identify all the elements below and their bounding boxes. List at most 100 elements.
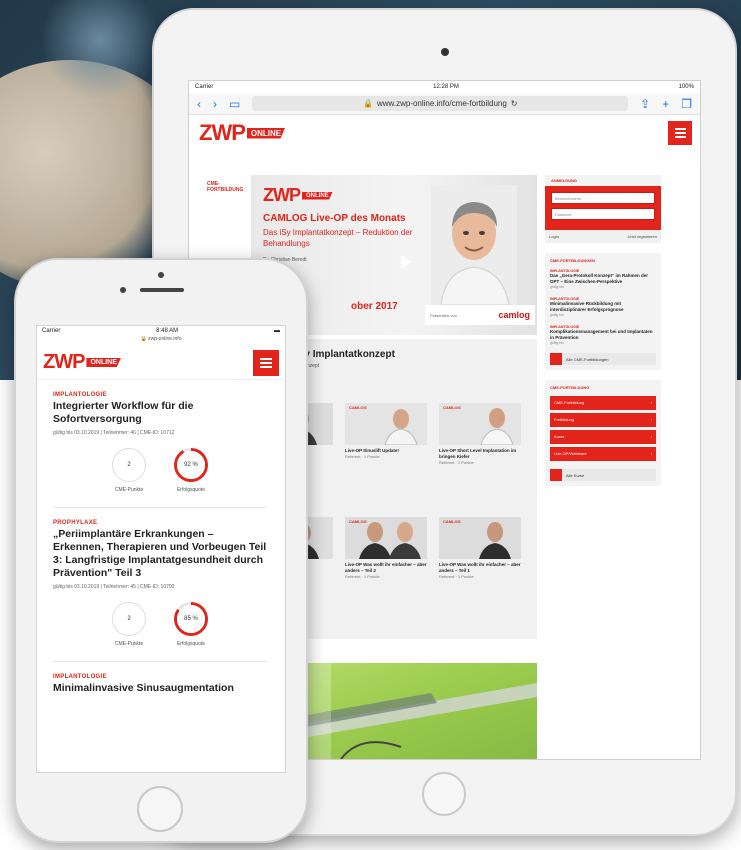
points-stat: 2 CME-Punkte — [112, 448, 146, 493]
tabs-icon[interactable]: ❐ — [681, 97, 692, 111]
all-categories-label: Alle Kurse — [566, 472, 585, 478]
speaker-portrait — [431, 185, 517, 305]
latest-course-item[interactable]: IMPLANTOLOGIE Minimalinvasive Rückbildun… — [550, 297, 656, 317]
article-stats: 2 CME-Punkte 92 % Erfolgsquote — [53, 448, 267, 493]
card-thumbnail: CAMLOG — [345, 403, 427, 445]
category-row[interactable]: CME-Fortbildung › — [550, 396, 656, 410]
all-courses-button[interactable]: Alle CME-Fortbildungen — [550, 353, 656, 365]
card-tag: CAMLOG — [443, 405, 461, 410]
article-tag: PROPHYLAXE — [53, 520, 98, 526]
success-stat: 92 % Erfolgsquote — [174, 448, 208, 493]
bookmarks-icon[interactable]: ▭ — [229, 97, 240, 111]
latest-course-item[interactable]: IMPLANTOLOGIE Komplikationsmanagement be… — [550, 325, 656, 345]
banner-logo: ZWP ONLINE — [263, 185, 333, 206]
login-actions: Login Jetzt registrieren — [545, 230, 661, 243]
live-op-card[interactable]: CAMLOG Live-OP Was wollt ihr einfacher –… — [439, 517, 521, 605]
tablet-status-bar: Carrier 12:28 PM 100% — [189, 81, 700, 93]
tablet-battery: 100% — [678, 84, 694, 90]
article-tag: IMPLANTOLOGIE — [53, 674, 107, 680]
phone-camera — [158, 272, 164, 278]
course-meta: gültig bis — [550, 285, 564, 289]
share-icon[interactable]: ⇪ — [640, 97, 650, 111]
phone-address-bar[interactable]: 🔒 zwp-online.info — [37, 336, 285, 346]
course-title: Minimalinvasive Rückbildung mit interdis… — [550, 301, 624, 312]
category-row[interactable]: Live-OP/Webinare › — [550, 447, 656, 461]
points-stat: 2 CME-Punkte — [112, 602, 146, 647]
categories-block: CME-FORTBILDUNG CME-Fortbildung › Fortbil… — [545, 380, 661, 486]
category-row[interactable]: Fortbildung › — [550, 413, 656, 427]
hamburger-menu-button[interactable] — [253, 349, 279, 376]
cme-article[interactable]: PROPHYLAXE „Periimplantäre Erkrankungen … — [37, 508, 285, 662]
phone-sensor — [120, 287, 126, 293]
card-meta: Referent · 1 Punkte — [345, 574, 380, 579]
latest-courses-block: CME-FORTBILDUNGEN IMPLANTOLOGIE Das „Ger… — [545, 253, 661, 370]
latest-course-item[interactable]: IMPLANTOLOGIE Das „Gera-Protokoll Konzep… — [550, 269, 656, 289]
phone-carrier: Carrier — [42, 328, 61, 334]
login-button[interactable]: Login — [549, 234, 559, 239]
chevron-right-icon: › — [650, 400, 652, 405]
forward-icon[interactable]: › — [213, 97, 217, 111]
article-stats: 2 CME-Punkte 85 % Erfolgsquote — [53, 602, 267, 647]
hamburger-menu-button[interactable] — [668, 121, 692, 145]
username-field[interactable]: Benutzername — [551, 192, 655, 204]
phone-url: zwp-online.info — [148, 336, 182, 342]
password-field[interactable]: Passwort — [551, 208, 655, 220]
live-op-card[interactable]: CAMLOG Live-OP Sinuslift Update! Referen… — [345, 403, 427, 491]
arrow-square-icon — [550, 469, 562, 481]
all-courses-label: Alle CME-Fortbildungen — [566, 356, 609, 362]
phone-device: Carrier 8:48 AM ▬ 🔒 zwp-online.info ZWP … — [14, 258, 308, 843]
stage: Carrier 12:28 PM 100% ‹ › ▭ 🔒 www.zwp-on… — [0, 0, 741, 850]
reload-icon[interactable]: ↻ — [511, 99, 518, 108]
cme-article[interactable]: IMPLANTOLOGIE Integrierter Workflow für … — [37, 380, 285, 508]
new-tab-icon[interactable]: + — [662, 97, 669, 111]
sponsor-brand: camlog — [498, 310, 530, 320]
phone-speaker — [140, 288, 184, 292]
article-meta: gültig bis 03.10.2019 | Teilnehmer: 46 |… — [53, 430, 175, 436]
banner-title: CAMLOG Live-OP des Monats — [263, 213, 406, 224]
arrow-square-icon — [550, 353, 562, 365]
phone-home-button[interactable] — [137, 786, 183, 832]
latest-courses-head: CME-FORTBILDUNGEN — [550, 258, 595, 263]
back-icon[interactable]: ‹ — [197, 97, 201, 111]
battery-icon: ▬ — [273, 328, 280, 334]
address-bar[interactable]: 🔒 www.zwp-online.info/cme-fortbildung ↻ — [252, 96, 629, 111]
success-stat: 85 % Erfolgsquote — [174, 602, 208, 647]
card-meta: Referent · 1 Punkte — [345, 454, 380, 459]
tablet-site-header: ZWP ONLINE — [189, 115, 700, 151]
tablet-home-button[interactable] — [422, 772, 466, 816]
points-circle: 2 — [112, 602, 146, 636]
logo-badge: ONLINE — [246, 127, 286, 139]
site-logo[interactable]: ZWP ONLINE — [43, 351, 121, 374]
lock-icon: 🔒 — [362, 99, 373, 108]
phone-screen: Carrier 8:48 AM ▬ 🔒 zwp-online.info ZWP … — [36, 325, 286, 773]
card-meta: Referent · 1 Punkte — [439, 574, 474, 579]
category-label: CME-Fortbildung — [554, 400, 585, 405]
login-head: ANMELDUNG — [545, 175, 661, 186]
course-title: Das „Gera-Protokoll Konzept“ im Rahmen d… — [550, 273, 649, 284]
all-categories-button[interactable]: Alle Kurse — [550, 469, 656, 481]
success-rate-ring: 85 % — [174, 602, 208, 636]
card-tag: CAMLOG — [349, 519, 367, 524]
play-icon[interactable] — [401, 255, 411, 269]
tablet-time: 12:28 PM — [433, 84, 459, 90]
card-title: Live-OP Was wollt ihr einfacher – aber a… — [345, 562, 427, 573]
points-label: CME-Punkte — [114, 487, 144, 493]
article-title: Minimalinvasive Sinusaugmentation — [53, 682, 234, 694]
register-link[interactable]: Jetzt registrieren — [627, 234, 657, 239]
live-op-card[interactable]: CAMLOG Live-OP Short Level Implantation … — [439, 403, 521, 491]
login-box: ANMELDUNG Benutzername Passwort — [545, 175, 661, 230]
card-title: Live-OP Was wollt ihr einfacher – aber a… — [439, 562, 521, 573]
live-op-card[interactable]: CAMLOG Live-OP Was wollt ihr einfacher –… — [345, 517, 427, 605]
browser-toolbar: ‹ › ▭ 🔒 www.zwp-online.info/cme-fortbild… — [189, 93, 700, 115]
logo-badge: ONLINE — [86, 358, 121, 367]
card-thumbnail: CAMLOG — [439, 403, 521, 445]
cme-article[interactable]: IMPLANTOLOGIE Minimalinvasive Sinusaugme… — [37, 662, 285, 695]
banner-logo-word: ZWP — [263, 185, 301, 205]
category-row[interactable]: Kurse › — [550, 430, 656, 444]
success-label: Erfolgsquote — [176, 641, 206, 647]
banner-date: ober 2017 — [351, 301, 398, 312]
right-sidebar: ANMELDUNG Benutzername Passwort Login Je… — [545, 175, 661, 486]
category-label: Fortbildung — [554, 417, 575, 422]
address-bar-url: www.zwp-online.info/cme-fortbildung — [376, 99, 507, 108]
site-logo[interactable]: ZWP ONLINE — [199, 120, 286, 146]
